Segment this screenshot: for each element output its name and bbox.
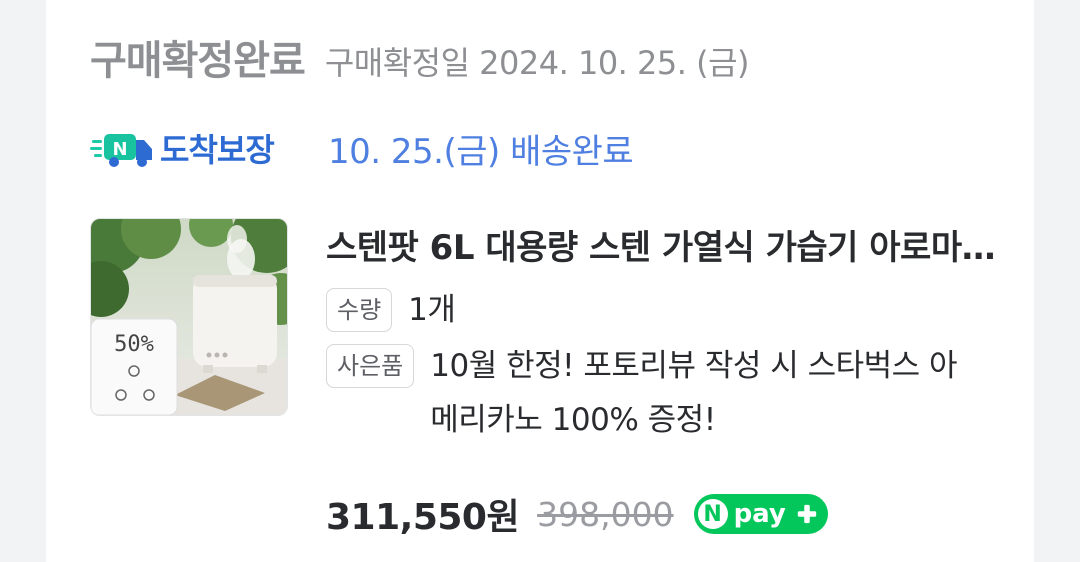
quantity-value: 1개: [408, 292, 456, 328]
product-thumbnail[interactable]: 50%: [90, 218, 288, 416]
delivery-row: N 도착보장 10. 25.(금) 배송완료: [90, 120, 634, 176]
display-percent: 50%: [114, 332, 154, 357]
humidifier-image: 50%: [91, 219, 287, 415]
sale-price: 311,550원: [326, 497, 520, 538]
gift-row: 사은품 10월 한정! 포토리뷰 작성 시 스타벅스 아메리카노 100% 증정…: [326, 344, 1016, 447]
order-confirm-date: 구매확정일 2024. 10. 25. (금): [324, 44, 750, 82]
order-card: 구매확정완료 구매확정일 2024. 10. 25. (금) N 도착보장 10…: [46, 0, 1034, 562]
price-row: 311,550원 398,000 N pay: [326, 488, 828, 540]
npay-text: pay: [733, 499, 786, 529]
gift-value: 10월 한정! 포토리뷰 작성 시 스타벅스 아메리카노 100% 증정!: [430, 348, 958, 438]
npay-n-icon: N: [697, 499, 728, 529]
npay-plus-badge: N pay: [693, 494, 828, 534]
order-status-title: 구매확정완료: [90, 38, 306, 84]
plus-icon: [792, 499, 822, 529]
badge-letter: N: [112, 139, 127, 160]
original-price: 398,000: [537, 494, 674, 534]
quantity-row: 수량 1개: [326, 288, 1016, 332]
gift-label: 사은품: [326, 344, 415, 388]
delivery-truck-icon: N: [90, 134, 152, 167]
order-status-row: 구매확정완료 구매확정일 2024. 10. 25. (금): [90, 28, 750, 88]
product-info: 스텐팟 6L 대용량 스텐 가열식 가습기 아로마 선택 가능 수량 1개 사은…: [326, 220, 1016, 447]
arrival-guarantee-badge: N 도착보장: [90, 125, 328, 171]
product-name[interactable]: 스텐팟 6L 대용량 스텐 가열식 가습기 아로마 선택 가능: [326, 220, 1006, 276]
quantity-label: 수량: [326, 288, 393, 332]
delivery-status[interactable]: 10. 25.(금) 배송완료: [328, 124, 634, 173]
badge-text: 도착보장: [160, 131, 275, 169]
